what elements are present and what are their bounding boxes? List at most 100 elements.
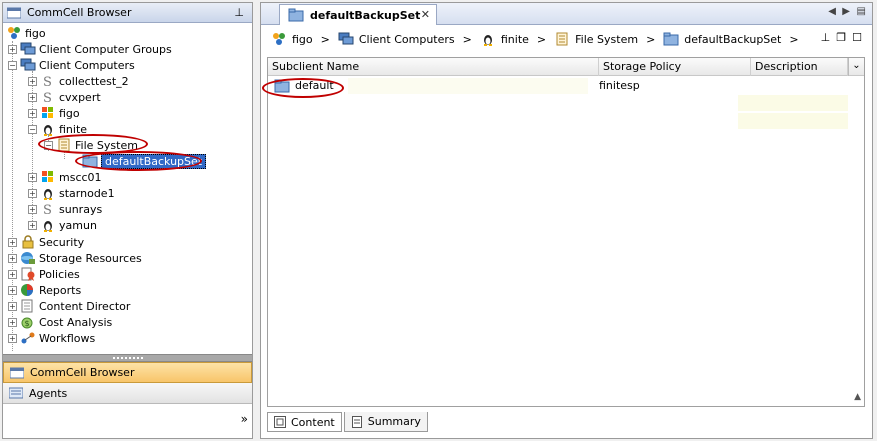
expand-icon[interactable]: + xyxy=(28,204,37,214)
tree-label: Storage Resources xyxy=(39,251,142,265)
tree-item-root[interactable]: figo xyxy=(6,25,46,41)
tab-bar: defaultBackupSet ✕ ◀ ▶ ▤ xyxy=(261,3,872,25)
pin-icon[interactable]: ⊥ xyxy=(821,31,831,44)
tab-content[interactable]: Content xyxy=(267,412,342,432)
expand-icon[interactable]: + xyxy=(28,188,37,198)
commcell-browser-icon xyxy=(7,7,21,18)
tree-label: File System xyxy=(75,138,138,152)
storage-icon xyxy=(20,251,36,265)
scroll-left-icon[interactable]: ◀ xyxy=(828,6,836,17)
tree-item-sunrays[interactable]: + S sunrays xyxy=(28,201,102,218)
nav-agents[interactable]: Agents xyxy=(3,383,252,404)
computer-group-icon xyxy=(20,42,36,56)
tree-item-collecttest-2[interactable]: + S collecttest_2 xyxy=(28,73,129,90)
nav-label: Agents xyxy=(29,386,68,400)
tree-item-workflows[interactable]: + Workflows xyxy=(8,330,95,346)
tree-item-reports[interactable]: + Reports xyxy=(8,282,81,298)
tree-item-starnode1[interactable]: + starnode1 xyxy=(28,185,115,201)
column-header-storage-policy[interactable]: Storage Policy xyxy=(599,58,751,76)
tab-list-icon[interactable]: ▤ xyxy=(857,6,866,17)
tree-label: Cost Analysis xyxy=(39,315,113,329)
tab-summary[interactable]: Summary xyxy=(343,412,428,432)
linux-icon xyxy=(40,122,56,136)
tree-item-file-system[interactable]: − File System xyxy=(44,137,138,153)
tree-item-cvxpert[interactable]: + S cvxpert xyxy=(28,89,101,106)
tree-item-client-computers[interactable]: − Client Computers xyxy=(8,57,135,73)
expand-icon[interactable]: + xyxy=(28,108,37,118)
expand-icon[interactable]: + xyxy=(8,237,17,247)
scroll-right-icon[interactable]: ▶ xyxy=(842,6,850,17)
subclient-table: Subclient Name Storage Policy Descriptio… xyxy=(262,57,865,407)
collapse-icon[interactable]: − xyxy=(8,60,17,70)
linux-icon xyxy=(40,186,56,200)
tree-item-content-director[interactable]: + Content Director xyxy=(8,298,130,314)
column-header-subclient-name[interactable]: Subclient Name xyxy=(268,58,599,76)
tree-label: collecttest_2 xyxy=(59,74,129,88)
expand-icon[interactable]: + xyxy=(28,220,37,230)
tree-label: Policies xyxy=(39,267,80,281)
tree-item-yamun[interactable]: + yamun xyxy=(28,217,97,233)
subclient-icon xyxy=(274,79,290,93)
expand-icon[interactable]: + xyxy=(28,172,37,182)
tree-view: figo + Client Computer Groups − Client C… xyxy=(3,24,252,354)
overflow-chevron-icon[interactable]: » xyxy=(241,412,248,426)
pin-icon[interactable]: ⊥ xyxy=(234,6,244,19)
content-icon xyxy=(274,416,286,428)
expand-icon[interactable]: + xyxy=(8,317,17,327)
policies-icon xyxy=(20,267,36,281)
close-icon[interactable]: ✕ xyxy=(421,8,430,21)
content-director-icon xyxy=(20,299,36,313)
tree-item-figo[interactable]: + figo xyxy=(28,105,80,121)
client-computers-icon xyxy=(338,32,354,45)
vertical-scrollbar[interactable]: ▲ xyxy=(848,76,864,406)
expand-icon[interactable]: + xyxy=(8,269,17,279)
svg-text:S: S xyxy=(43,91,52,104)
tree-item-security[interactable]: + Security xyxy=(8,234,84,250)
cell-subclient-name: default xyxy=(270,77,600,95)
tree-item-finite[interactable]: − finite xyxy=(28,121,87,137)
summary-icon xyxy=(351,415,362,428)
expand-icon[interactable]: + xyxy=(8,301,17,311)
breadcrumb-finite[interactable]: finite xyxy=(480,32,529,46)
subclient-name: default xyxy=(295,79,334,92)
nav-label: CommCell Browser xyxy=(30,366,135,379)
breadcrumb-figo[interactable]: figo xyxy=(271,32,313,46)
scroll-up-icon[interactable]: ▲ xyxy=(854,392,861,402)
expand-icon[interactable]: + xyxy=(8,253,17,263)
svg-text:$: $ xyxy=(25,319,30,328)
expand-icon[interactable]: + xyxy=(8,285,17,295)
tree-label: figo xyxy=(25,26,46,40)
tree-item-mscc01[interactable]: + mscc01 xyxy=(28,169,102,185)
tree-label: starnode1 xyxy=(59,186,115,200)
breadcrumb-default-backup-set[interactable]: defaultBackupSet xyxy=(663,32,781,46)
agents-icon xyxy=(9,387,23,399)
tree-item-client-computer-groups[interactable]: + Client Computer Groups xyxy=(8,41,172,57)
restore-icon[interactable]: ❐ xyxy=(836,31,846,44)
panel-splitter[interactable] xyxy=(3,354,252,362)
expand-icon[interactable]: + xyxy=(28,76,37,86)
tree-label: Reports xyxy=(39,283,82,297)
tree-item-policies[interactable]: + Policies xyxy=(8,266,80,282)
collapse-icon[interactable]: − xyxy=(44,140,53,150)
breadcrumb-file-system[interactable]: File System xyxy=(554,32,638,46)
expand-icon[interactable]: + xyxy=(8,333,17,343)
solaris-icon: S xyxy=(40,90,56,106)
breadcrumb-client-computers[interactable]: Client Computers xyxy=(338,32,455,46)
tree-item-default-backup-set[interactable]: defaultBackupSet xyxy=(82,153,207,169)
tab-default-backup-set[interactable]: defaultBackupSet ✕ xyxy=(279,4,437,25)
expand-icon[interactable]: + xyxy=(8,44,17,54)
breadcrumb-separator: > xyxy=(646,32,656,46)
nav-commcell-browser[interactable]: CommCell Browser xyxy=(3,362,252,383)
expand-icon[interactable]: + xyxy=(28,92,37,102)
tree-item-storage-resources[interactable]: + Storage Resources xyxy=(8,250,142,266)
tree-label: Security xyxy=(39,235,85,249)
maximize-icon[interactable]: ☐ xyxy=(852,31,862,44)
column-header-description[interactable]: Description xyxy=(751,58,848,76)
pie-chart-icon xyxy=(20,283,36,297)
solaris-icon: S xyxy=(40,202,56,218)
collapse-icon[interactable]: − xyxy=(28,124,37,134)
tree-label: defaultBackupSet xyxy=(101,153,207,169)
tree-item-cost-analysis[interactable]: + $ Cost Analysis xyxy=(8,314,112,330)
column-chooser-icon[interactable]: ⌄ xyxy=(848,58,864,76)
table-row[interactable]: default finitesp xyxy=(268,77,864,95)
